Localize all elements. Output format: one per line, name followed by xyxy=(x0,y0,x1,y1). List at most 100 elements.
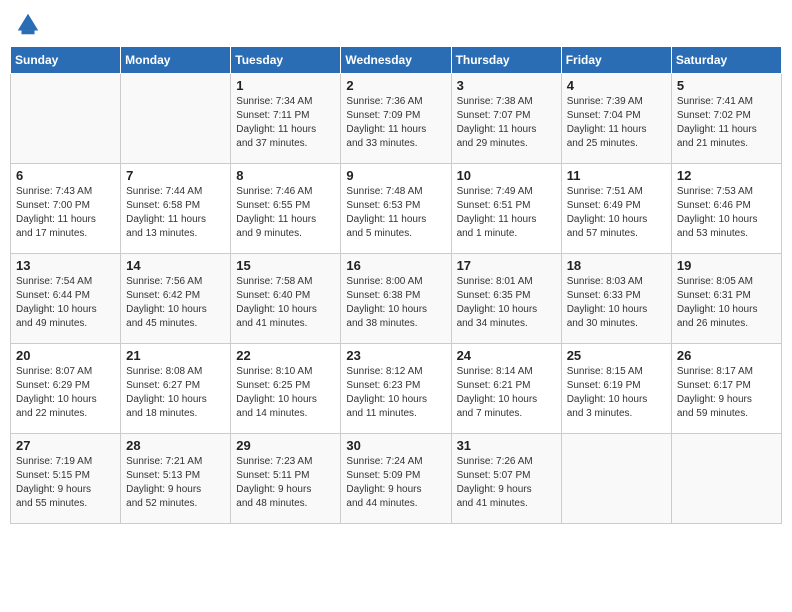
day-info: Sunrise: 8:07 AM Sunset: 6:29 PM Dayligh… xyxy=(16,365,115,421)
calendar-cell: 7 Sunrise: 7:44 AM Sunset: 6:58 PM Daylig… xyxy=(121,164,231,254)
day-info: Sunrise: 7:48 AM Sunset: 6:53 PM Dayligh… xyxy=(346,185,445,241)
day-info: Sunrise: 8:14 AM Sunset: 6:21 PM Dayligh… xyxy=(457,365,556,421)
calendar-week-5: 27 Sunrise: 7:19 AM Sunset: 5:15 PM Dayli… xyxy=(11,434,782,524)
day-number: 27 xyxy=(16,438,115,453)
weekday-header-saturday: Saturday xyxy=(671,47,781,74)
day-number: 12 xyxy=(677,168,776,183)
day-info: Sunrise: 8:08 AM Sunset: 6:27 PM Dayligh… xyxy=(126,365,225,421)
day-number: 19 xyxy=(677,258,776,273)
weekday-header-sunday: Sunday xyxy=(11,47,121,74)
day-number: 22 xyxy=(236,348,335,363)
calendar-cell: 31 Sunrise: 7:26 AM Sunset: 5:07 PM Dayli… xyxy=(451,434,561,524)
day-info: Sunrise: 7:23 AM Sunset: 5:11 PM Dayligh… xyxy=(236,455,335,511)
calendar-cell: 17 Sunrise: 8:01 AM Sunset: 6:35 PM Dayli… xyxy=(451,254,561,344)
day-info: Sunrise: 7:46 AM Sunset: 6:55 PM Dayligh… xyxy=(236,185,335,241)
calendar-cell xyxy=(671,434,781,524)
calendar-cell: 10 Sunrise: 7:49 AM Sunset: 6:51 PM Dayli… xyxy=(451,164,561,254)
day-number: 3 xyxy=(457,78,556,93)
day-info: Sunrise: 7:19 AM Sunset: 5:15 PM Dayligh… xyxy=(16,455,115,511)
calendar-cell: 27 Sunrise: 7:19 AM Sunset: 5:15 PM Dayli… xyxy=(11,434,121,524)
calendar-cell: 21 Sunrise: 8:08 AM Sunset: 6:27 PM Dayli… xyxy=(121,344,231,434)
day-number: 26 xyxy=(677,348,776,363)
weekday-header-thursday: Thursday xyxy=(451,47,561,74)
calendar-table: SundayMondayTuesdayWednesdayThursdayFrid… xyxy=(10,46,782,524)
calendar-cell: 20 Sunrise: 8:07 AM Sunset: 6:29 PM Dayli… xyxy=(11,344,121,434)
calendar-cell: 15Sunrise: 7:58 AM Sunset: 6:40 PM Dayli… xyxy=(231,254,341,344)
day-number: 14 xyxy=(126,258,225,273)
day-info: Sunrise: 7:21 AM Sunset: 5:13 PM Dayligh… xyxy=(126,455,225,511)
day-info: Sunrise: 7:41 AM Sunset: 7:02 PM Dayligh… xyxy=(677,95,776,151)
calendar-cell: 29 Sunrise: 7:23 AM Sunset: 5:11 PM Dayli… xyxy=(231,434,341,524)
calendar-cell: 24Sunrise: 8:14 AM Sunset: 6:21 PM Dayli… xyxy=(451,344,561,434)
calendar-cell: 19 Sunrise: 8:05 AM Sunset: 6:31 PM Dayli… xyxy=(671,254,781,344)
day-number: 6 xyxy=(16,168,115,183)
calendar-cell: 13 Sunrise: 7:54 AM Sunset: 6:44 PM Dayli… xyxy=(11,254,121,344)
day-info: Sunrise: 7:34 AM Sunset: 7:11 PM Dayligh… xyxy=(236,95,335,151)
calendar-cell: 16Sunrise: 8:00 AM Sunset: 6:38 PM Dayli… xyxy=(341,254,451,344)
day-number: 30 xyxy=(346,438,445,453)
calendar-cell: 14 Sunrise: 7:56 AM Sunset: 6:42 PM Dayli… xyxy=(121,254,231,344)
calendar-cell: 9Sunrise: 7:48 AM Sunset: 6:53 PM Daylig… xyxy=(341,164,451,254)
weekday-header-friday: Friday xyxy=(561,47,671,74)
calendar-cell: 2 Sunrise: 7:36 AM Sunset: 7:09 PM Daylig… xyxy=(341,74,451,164)
calendar-cell: 25 Sunrise: 8:15 AM Sunset: 6:19 PM Dayli… xyxy=(561,344,671,434)
day-info: Sunrise: 7:24 AM Sunset: 5:09 PM Dayligh… xyxy=(346,455,445,511)
day-info: Sunrise: 7:36 AM Sunset: 7:09 PM Dayligh… xyxy=(346,95,445,151)
calendar-cell: 28Sunrise: 7:21 AM Sunset: 5:13 PM Dayli… xyxy=(121,434,231,524)
day-number: 7 xyxy=(126,168,225,183)
day-info: Sunrise: 7:38 AM Sunset: 7:07 PM Dayligh… xyxy=(457,95,556,151)
day-number: 17 xyxy=(457,258,556,273)
calendar-cell: 26 Sunrise: 8:17 AM Sunset: 6:17 PM Dayli… xyxy=(671,344,781,434)
calendar-cell: 3 Sunrise: 7:38 AM Sunset: 7:07 PM Daylig… xyxy=(451,74,561,164)
day-info: Sunrise: 8:01 AM Sunset: 6:35 PM Dayligh… xyxy=(457,275,556,331)
day-info: Sunrise: 7:26 AM Sunset: 5:07 PM Dayligh… xyxy=(457,455,556,511)
day-info: Sunrise: 8:03 AM Sunset: 6:33 PM Dayligh… xyxy=(567,275,666,331)
day-number: 21 xyxy=(126,348,225,363)
day-info: Sunrise: 7:54 AM Sunset: 6:44 PM Dayligh… xyxy=(16,275,115,331)
day-info: Sunrise: 8:12 AM Sunset: 6:23 PM Dayligh… xyxy=(346,365,445,421)
weekday-header-tuesday: Tuesday xyxy=(231,47,341,74)
day-number: 29 xyxy=(236,438,335,453)
calendar-cell: 6 Sunrise: 7:43 AM Sunset: 7:00 PM Daylig… xyxy=(11,164,121,254)
day-info: Sunrise: 7:56 AM Sunset: 6:42 PM Dayligh… xyxy=(126,275,225,331)
day-number: 4 xyxy=(567,78,666,93)
day-number: 1 xyxy=(236,78,335,93)
calendar-cell: 11Sunrise: 7:51 AM Sunset: 6:49 PM Dayli… xyxy=(561,164,671,254)
day-info: Sunrise: 8:10 AM Sunset: 6:25 PM Dayligh… xyxy=(236,365,335,421)
day-number: 18 xyxy=(567,258,666,273)
calendar-header: SundayMondayTuesdayWednesdayThursdayFrid… xyxy=(11,47,782,74)
day-info: Sunrise: 8:17 AM Sunset: 6:17 PM Dayligh… xyxy=(677,365,776,421)
day-number: 2 xyxy=(346,78,445,93)
day-info: Sunrise: 8:15 AM Sunset: 6:19 PM Dayligh… xyxy=(567,365,666,421)
calendar-cell: 30 Sunrise: 7:24 AM Sunset: 5:09 PM Dayli… xyxy=(341,434,451,524)
calendar-cell xyxy=(121,74,231,164)
day-number: 31 xyxy=(457,438,556,453)
day-info: Sunrise: 7:53 AM Sunset: 6:46 PM Dayligh… xyxy=(677,185,776,241)
calendar-cell: 18 Sunrise: 8:03 AM Sunset: 6:33 PM Dayli… xyxy=(561,254,671,344)
day-number: 20 xyxy=(16,348,115,363)
calendar-cell: 1 Sunrise: 7:34 AM Sunset: 7:11 PM Daylig… xyxy=(231,74,341,164)
day-number: 11 xyxy=(567,168,666,183)
logo xyxy=(14,10,44,38)
day-number: 10 xyxy=(457,168,556,183)
weekday-header-wednesday: Wednesday xyxy=(341,47,451,74)
calendar-cell: 5Sunrise: 7:41 AM Sunset: 7:02 PM Daylig… xyxy=(671,74,781,164)
day-number: 16 xyxy=(346,258,445,273)
calendar-week-2: 6 Sunrise: 7:43 AM Sunset: 7:00 PM Daylig… xyxy=(11,164,782,254)
day-info: Sunrise: 7:49 AM Sunset: 6:51 PM Dayligh… xyxy=(457,185,556,241)
day-info: Sunrise: 7:58 AM Sunset: 6:40 PM Dayligh… xyxy=(236,275,335,331)
day-info: Sunrise: 7:43 AM Sunset: 7:00 PM Dayligh… xyxy=(16,185,115,241)
calendar-week-3: 13 Sunrise: 7:54 AM Sunset: 6:44 PM Dayli… xyxy=(11,254,782,344)
calendar-cell: 23 Sunrise: 8:12 AM Sunset: 6:23 PM Dayli… xyxy=(341,344,451,434)
calendar-week-4: 20 Sunrise: 8:07 AM Sunset: 6:29 PM Dayli… xyxy=(11,344,782,434)
day-info: Sunrise: 7:44 AM Sunset: 6:58 PM Dayligh… xyxy=(126,185,225,241)
calendar-cell xyxy=(561,434,671,524)
day-number: 25 xyxy=(567,348,666,363)
day-number: 13 xyxy=(16,258,115,273)
day-number: 23 xyxy=(346,348,445,363)
page-header xyxy=(10,10,782,38)
calendar-cell: 22 Sunrise: 8:10 AM Sunset: 6:25 PM Dayli… xyxy=(231,344,341,434)
weekday-header-monday: Monday xyxy=(121,47,231,74)
calendar-week-1: 1 Sunrise: 7:34 AM Sunset: 7:11 PM Daylig… xyxy=(11,74,782,164)
day-info: Sunrise: 8:05 AM Sunset: 6:31 PM Dayligh… xyxy=(677,275,776,331)
